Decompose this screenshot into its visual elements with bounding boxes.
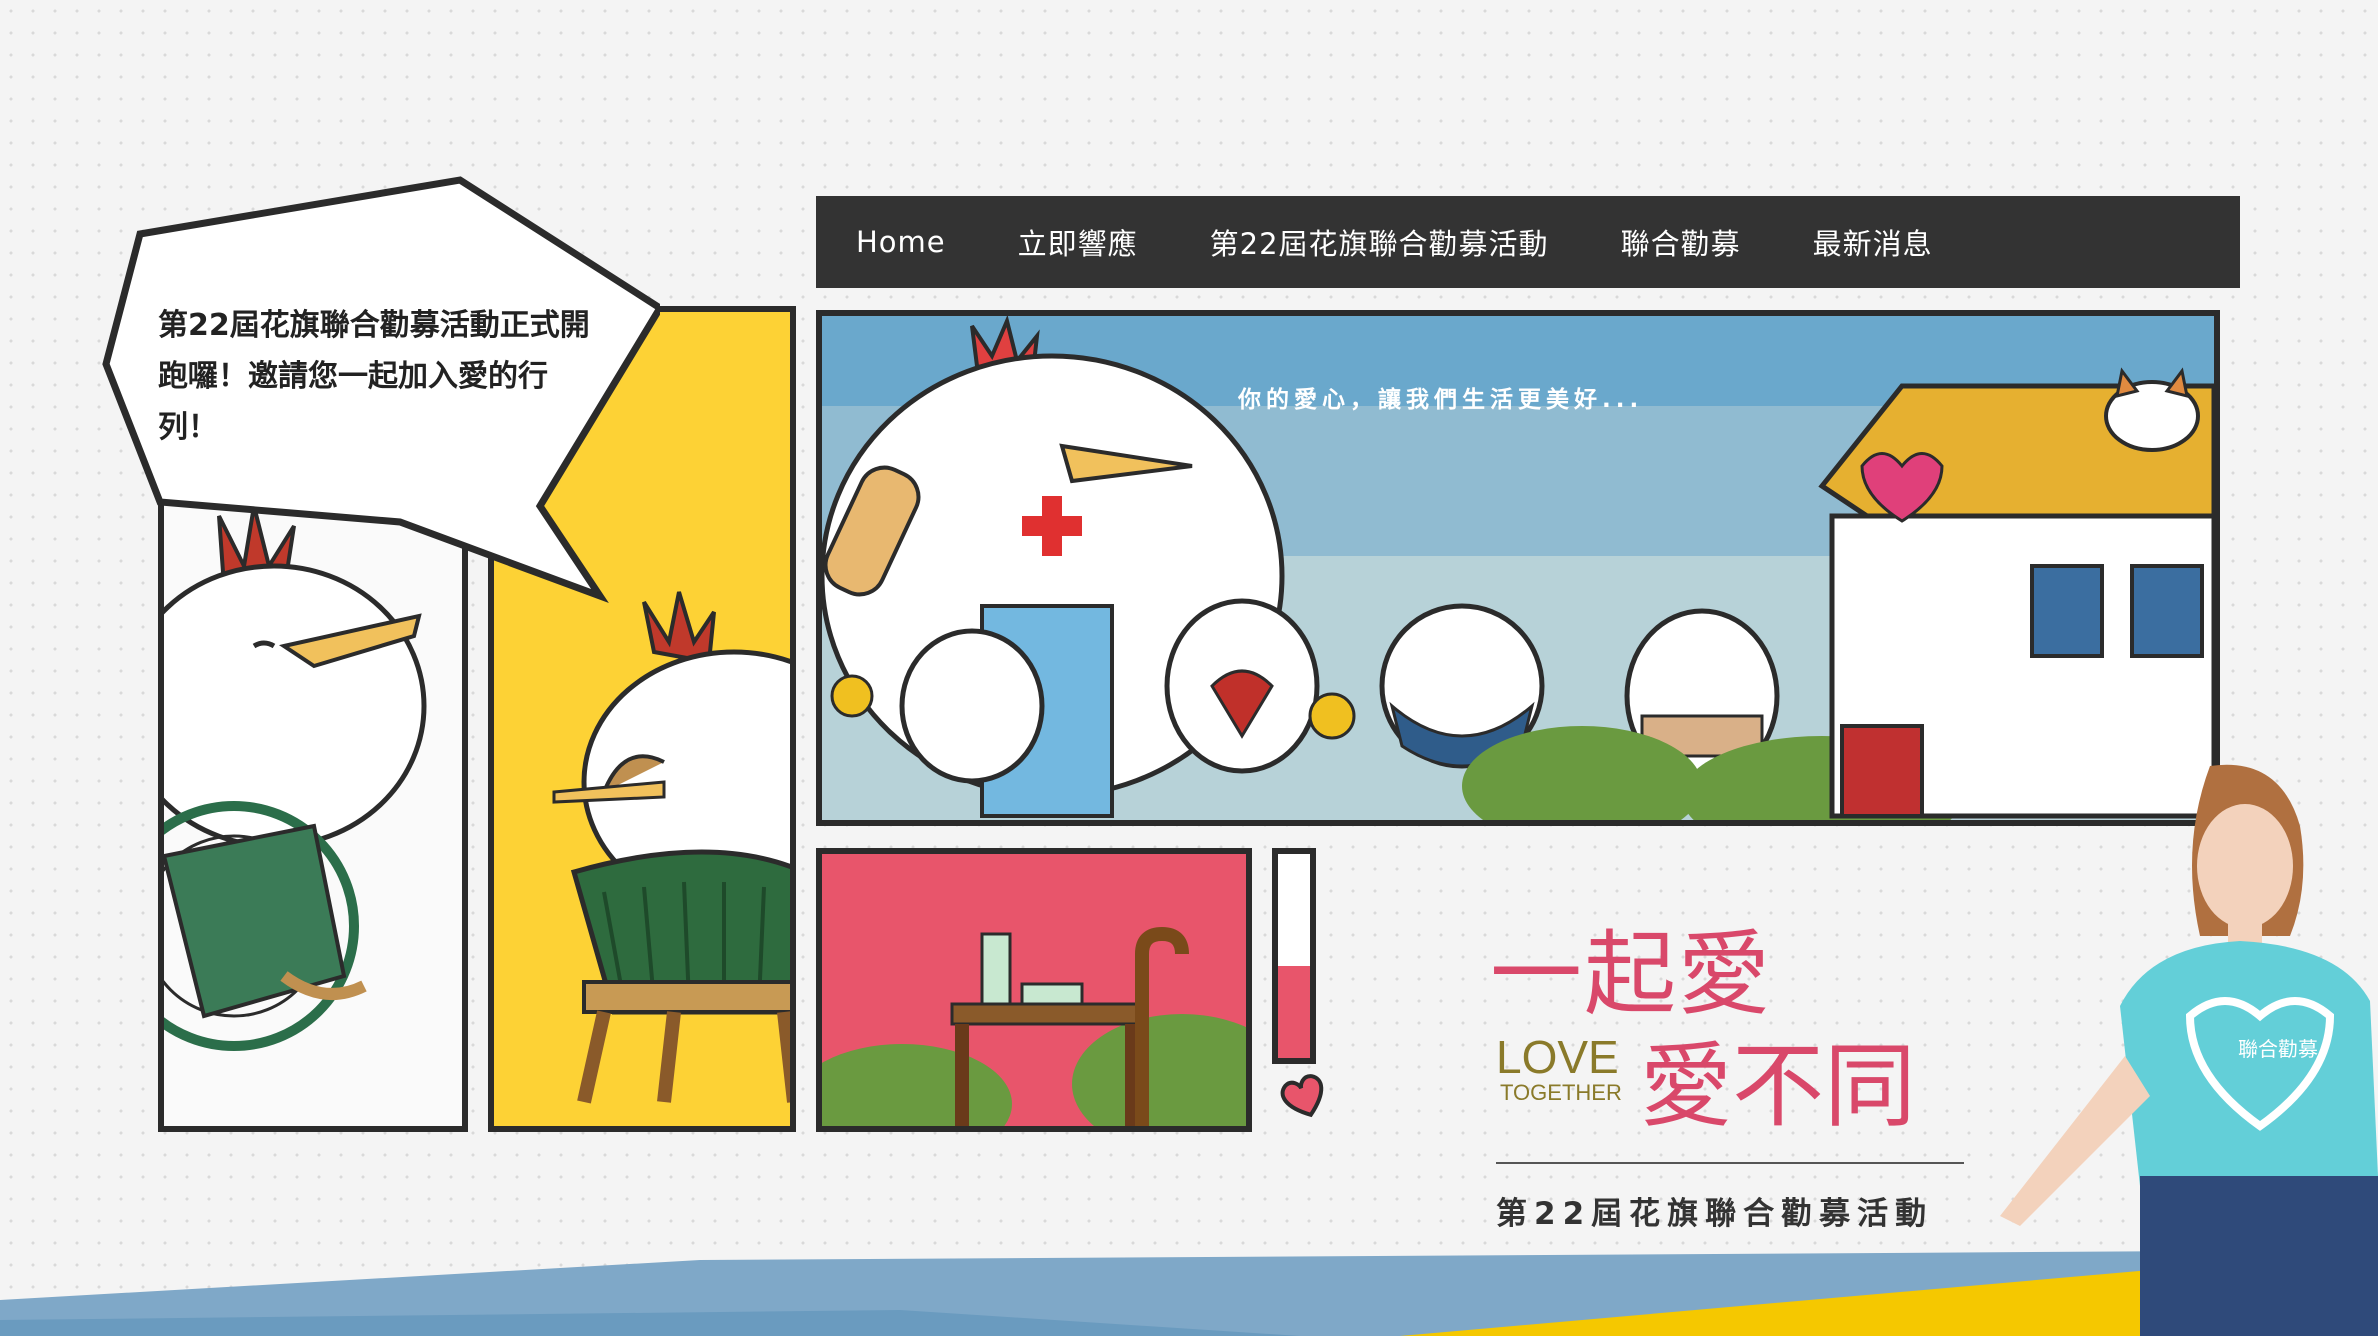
- event-title: 第22屆花旗聯合勸募活動: [1496, 1196, 1934, 1232]
- shirt-text: 聯合勸募: [2238, 1037, 2318, 1061]
- spokesperson-photo: 聯合勸募: [2000, 764, 2378, 1336]
- nav-home[interactable]: Home: [856, 225, 946, 259]
- logo-together: TOGETHER: [1500, 1080, 1622, 1105]
- donation-gauge: [1272, 848, 1316, 1064]
- pink-panel-illustration: [822, 926, 1246, 1126]
- speech-line-2: 跑囉！邀請您一起加入愛的行: [158, 359, 548, 394]
- nav-united-way[interactable]: 聯合勸募: [1621, 221, 1741, 263]
- nav-event[interactable]: 第22屆花旗聯合勸募活動: [1210, 221, 1549, 263]
- speech-line-1: 第22屆花旗聯合勸募活動正式開: [158, 308, 590, 343]
- divider: [1496, 1162, 1964, 1164]
- speech-line-3: 列！: [158, 410, 218, 445]
- banner-tagline: 你的愛心，讓我們生活更美好...: [1238, 387, 1644, 413]
- nav-respond-now[interactable]: 立即響應: [1018, 221, 1138, 263]
- comic-panel-pink: [816, 848, 1252, 1132]
- heart-icon: [1280, 1074, 1324, 1118]
- speech-bubble-text: 第22屆花旗聯合勸募活動正式開 跑囉！邀請您一起加入愛的行 列！: [158, 300, 618, 453]
- campaign-logo: 一起愛 LOVE TOGETHER 愛不同: [1490, 900, 1960, 1140]
- nav-news[interactable]: 最新消息: [1813, 221, 1933, 263]
- main-nav: Home 立即響應 第22屆花旗聯合勸募活動 聯合勸募 最新消息: [816, 196, 2240, 288]
- logo-line-2: 愛不同: [1640, 1033, 1917, 1140]
- logo-love: LOVE: [1496, 1031, 1619, 1083]
- donation-gauge-fill: [1278, 966, 1310, 1058]
